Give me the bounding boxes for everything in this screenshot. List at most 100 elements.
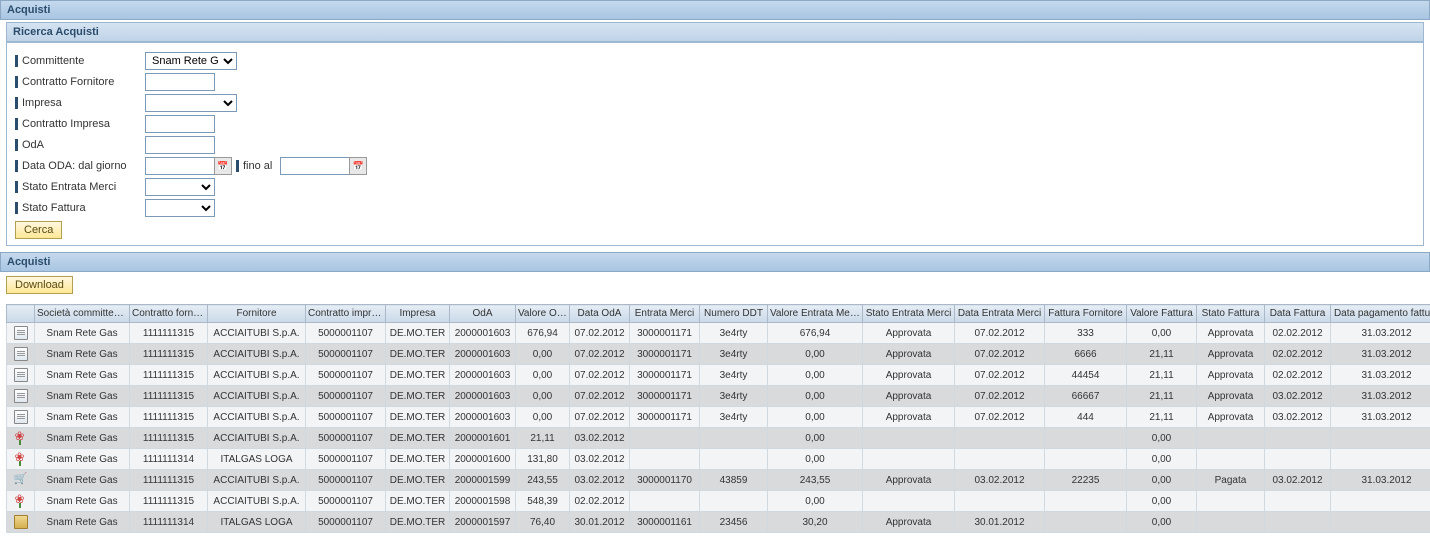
column-header[interactable]: Valore OdA <box>516 305 570 323</box>
oda-input[interactable] <box>145 136 215 154</box>
table-cell: 07.02.2012 <box>570 386 630 407</box>
flower-icon[interactable] <box>14 452 28 466</box>
table-cell: 31.03.2012 <box>1331 365 1430 386</box>
table-cell: 76,40 <box>516 512 570 533</box>
contratto-impresa-input[interactable] <box>145 115 215 133</box>
table-cell: DE.MO.TER <box>386 512 450 533</box>
table-row[interactable]: Snam Rete Gas1111111315ACCIAITUBI S.p.A.… <box>7 407 1430 428</box>
table-cell: ACCIAITUBI S.p.A. <box>208 323 306 344</box>
table-cell <box>1265 428 1331 449</box>
table-row[interactable]: Snam Rete Gas1111111315ACCIAITUBI S.p.A.… <box>7 470 1430 491</box>
table-cell: 3000001171 <box>630 386 700 407</box>
table-cell: Snam Rete Gas <box>35 365 130 386</box>
table-cell: 2000001597 <box>450 512 516 533</box>
column-header[interactable]: Data pagamento fattura <box>1331 305 1430 323</box>
cart-icon[interactable] <box>14 473 28 487</box>
data-oda-from-input[interactable] <box>145 157 215 175</box>
committente-select[interactable]: Snam Rete Gas <box>145 52 237 70</box>
table-cell <box>630 491 700 512</box>
table-cell: 1111111315 <box>130 491 208 512</box>
table-cell: 0,00 <box>768 428 863 449</box>
contratto-fornitore-input[interactable] <box>145 73 215 91</box>
table-cell: 243,55 <box>768 470 863 491</box>
stato-fattura-select[interactable] <box>145 199 215 217</box>
table-cell: 1111111315 <box>130 470 208 491</box>
table-cell: Snam Rete Gas <box>35 407 130 428</box>
table-cell: Snam Rete Gas <box>35 491 130 512</box>
doc-icon[interactable] <box>14 410 28 424</box>
column-header[interactable]: Stato Fattura <box>1197 305 1265 323</box>
column-header[interactable]: Stato Entrata Merci <box>863 305 955 323</box>
doc-icon[interactable] <box>14 368 28 382</box>
impresa-label: Impresa <box>15 97 145 109</box>
download-button[interactable]: Download <box>6 276 73 294</box>
table-cell: 0,00 <box>768 407 863 428</box>
table-row[interactable]: Snam Rete Gas1111111315ACCIAITUBI S.p.A.… <box>7 491 1430 512</box>
table-row[interactable]: Snam Rete Gas1111111315ACCIAITUBI S.p.A.… <box>7 365 1430 386</box>
table-cell: 2000001603 <box>450 365 516 386</box>
calendar-icon[interactable]: 📅 <box>349 157 367 175</box>
table-cell <box>700 449 768 470</box>
column-header[interactable]: Entrata Merci <box>630 305 700 323</box>
table-cell: 5000001107 <box>306 512 386 533</box>
table-row[interactable]: Snam Rete Gas1111111315ACCIAITUBI S.p.A.… <box>7 428 1430 449</box>
table-row[interactable]: Snam Rete Gas1111111314ITALGAS LOGA50000… <box>7 449 1430 470</box>
table-cell: 02.02.2012 <box>570 491 630 512</box>
table-row[interactable]: Snam Rete Gas1111111315ACCIAITUBI S.p.A.… <box>7 323 1430 344</box>
table-cell: 2000001603 <box>450 407 516 428</box>
impresa-select[interactable] <box>145 94 237 112</box>
table-cell: 02.02.2012 <box>1265 365 1331 386</box>
search-button[interactable]: Cerca <box>15 221 62 239</box>
calendar-icon[interactable]: 📅 <box>214 157 232 175</box>
column-header[interactable] <box>7 305 35 323</box>
table-cell: Snam Rete Gas <box>35 344 130 365</box>
column-header[interactable]: Fornitore <box>208 305 306 323</box>
page-title: Acquisti <box>0 0 1430 20</box>
table-row[interactable]: Snam Rete Gas1111111315ACCIAITUBI S.p.A.… <box>7 386 1430 407</box>
doc-icon[interactable] <box>14 347 28 361</box>
table-cell: Approvata <box>863 323 955 344</box>
table-cell: 6666 <box>1045 344 1127 365</box>
flower-icon[interactable] <box>14 431 28 445</box>
table-cell: 1111111315 <box>130 323 208 344</box>
committente-label: Committente <box>15 55 145 67</box>
table-cell: 676,94 <box>768 323 863 344</box>
table-cell: 21,11 <box>1127 386 1197 407</box>
data-oda-to-input[interactable] <box>280 157 350 175</box>
doc-icon[interactable] <box>14 389 28 403</box>
table-cell: DE.MO.TER <box>386 491 450 512</box>
fino-al-label: fino al <box>236 160 272 172</box>
column-header[interactable]: Impresa <box>386 305 450 323</box>
table-cell: 31.03.2012 <box>1331 470 1430 491</box>
table-cell: 31.03.2012 <box>1331 407 1430 428</box>
table-cell: Snam Rete Gas <box>35 512 130 533</box>
table-cell: DE.MO.TER <box>386 449 450 470</box>
table-cell: 07.02.2012 <box>955 323 1045 344</box>
column-header[interactable]: Fattura Fornitore <box>1045 305 1127 323</box>
table-cell: Approvata <box>1197 344 1265 365</box>
column-header[interactable]: Valore Fattura <box>1127 305 1197 323</box>
table-cell: 3000001170 <box>630 470 700 491</box>
column-header[interactable]: Contratto impresa <box>306 305 386 323</box>
table-row[interactable]: Snam Rete Gas1111111314ITALGAS LOGA50000… <box>7 512 1430 533</box>
table-cell: Approvata <box>863 386 955 407</box>
doc-icon[interactable] <box>14 326 28 340</box>
column-header[interactable]: Data OdA <box>570 305 630 323</box>
column-header[interactable]: Numero DDT <box>700 305 768 323</box>
table-cell <box>1045 491 1127 512</box>
stato-entrata-merci-select[interactable] <box>145 178 215 196</box>
column-header[interactable]: Valore Entrata Merci <box>768 305 863 323</box>
table-cell <box>1197 449 1265 470</box>
column-header[interactable]: Società committente <box>35 305 130 323</box>
column-header[interactable]: Contratto fornitore <box>130 305 208 323</box>
table-cell: DE.MO.TER <box>386 407 450 428</box>
column-header[interactable]: OdA <box>450 305 516 323</box>
table-cell: 3e4rty <box>700 386 768 407</box>
box-icon[interactable] <box>14 515 28 529</box>
table-cell: 30,20 <box>768 512 863 533</box>
flower-icon[interactable] <box>14 494 28 508</box>
column-header[interactable]: Data Entrata Merci <box>955 305 1045 323</box>
column-header[interactable]: Data Fattura <box>1265 305 1331 323</box>
search-panel-title: Ricerca Acquisti <box>6 22 1424 42</box>
table-row[interactable]: Snam Rete Gas1111111315ACCIAITUBI S.p.A.… <box>7 344 1430 365</box>
